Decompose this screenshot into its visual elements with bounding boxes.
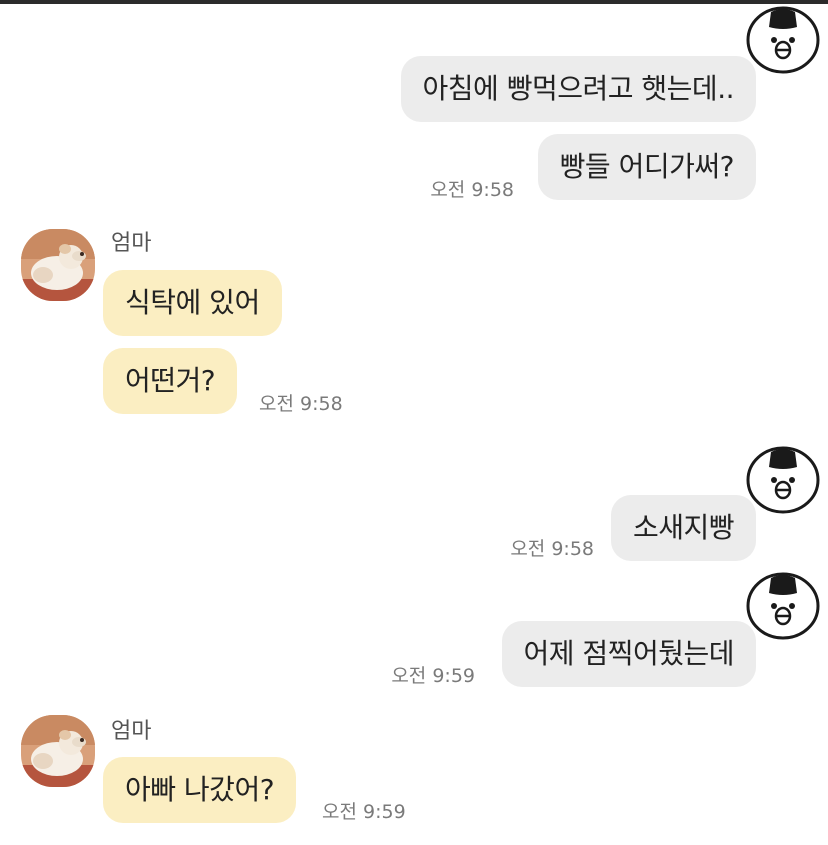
message-timestamp: 오전 9:58 — [259, 393, 343, 415]
sender-name: 엄마 — [111, 231, 152, 256]
message-timestamp: 오전 9:58 — [510, 538, 594, 560]
outgoing-message-bubble[interactable]: 빵들 어디가써? — [537, 134, 756, 200]
mom-avatar-photo[interactable] — [21, 229, 95, 301]
incoming-message-bubble[interactable]: 어떤거? — [103, 348, 238, 414]
outgoing-message-bubble[interactable]: 아침에 빵먹으려고 햇는데.. — [400, 56, 756, 122]
message-timestamp: 오전 9:59 — [391, 665, 475, 687]
message-timestamp: 오전 9:59 — [322, 801, 406, 823]
outgoing-message-bubble[interactable]: 어제 점찍어뒀는데 — [501, 621, 756, 687]
sender-name: 엄마 — [111, 719, 152, 744]
top-edge-bar — [0, 0, 828, 4]
mom-avatar-photo[interactable] — [21, 715, 95, 787]
my-avatar-rice-ball-icon[interactable] — [745, 443, 821, 515]
incoming-message-bubble[interactable]: 식탁에 있어 — [103, 270, 282, 336]
incoming-message-bubble[interactable]: 아빠 나갔어? — [103, 757, 297, 823]
outgoing-message-bubble[interactable]: 소새지빵 — [610, 495, 756, 561]
message-timestamp: 오전 9:58 — [430, 179, 514, 201]
my-avatar-rice-ball-icon[interactable] — [745, 569, 821, 641]
my-avatar-rice-ball-icon[interactable] — [745, 3, 821, 75]
